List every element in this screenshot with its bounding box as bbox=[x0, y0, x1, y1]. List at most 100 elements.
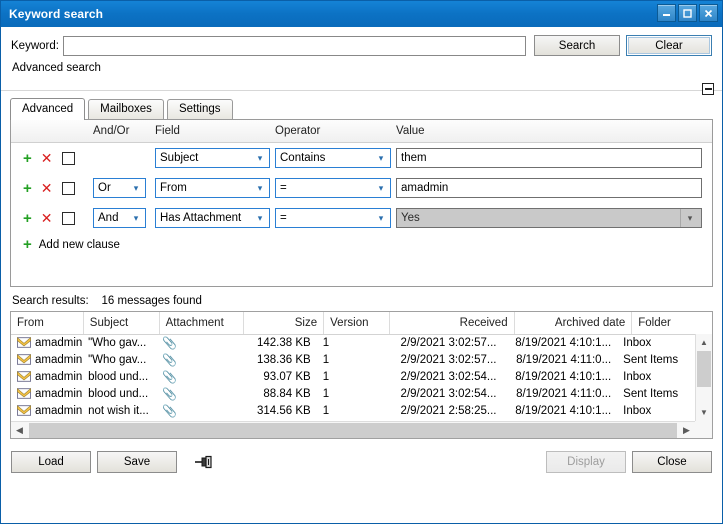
pushpin-icon[interactable] bbox=[193, 454, 215, 470]
results-summary: Search results: 16 messages found bbox=[1, 287, 722, 311]
advanced-search-label: Advanced search bbox=[1, 56, 722, 74]
clause-checkbox[interactable] bbox=[62, 212, 75, 225]
cell-received: 2/9/2021 3:02:54... bbox=[381, 385, 502, 402]
clause-field-cell: Subject ▾ bbox=[155, 148, 275, 168]
cell-subject: blood und... bbox=[82, 368, 156, 385]
operator-select[interactable]: = ▾ bbox=[275, 208, 391, 228]
cell-version: 1 bbox=[317, 368, 381, 385]
field-select-value: From bbox=[160, 182, 253, 194]
column-header-from[interactable]: From bbox=[11, 312, 84, 334]
results-horizontal-scrollbar[interactable]: ◀ ▶ bbox=[11, 421, 695, 438]
andor-select[interactable]: And ▾ bbox=[93, 208, 146, 228]
results-vertical-scrollbar[interactable]: ▲ ▼ bbox=[695, 334, 712, 421]
clause-header-field: Field bbox=[155, 125, 275, 137]
add-clause-icon[interactable]: + bbox=[23, 151, 32, 166]
tab-advanced[interactable]: Advanced bbox=[10, 98, 85, 120]
remove-clause-icon[interactable]: ✕ bbox=[41, 181, 53, 195]
value-input[interactable]: amadmin bbox=[396, 178, 702, 198]
field-select[interactable]: Subject ▾ bbox=[155, 148, 270, 168]
maximize-button[interactable] bbox=[678, 4, 697, 22]
table-row[interactable]: amadmin"Who gav...📎138.36 KB12/9/2021 3:… bbox=[11, 351, 695, 368]
field-select[interactable]: From ▾ bbox=[155, 178, 270, 198]
cell-version: 1 bbox=[317, 402, 381, 419]
value-select[interactable]: Yes ▾ bbox=[396, 208, 702, 228]
table-row[interactable]: amadmin"Who gav...📎142.38 KB12/9/2021 3:… bbox=[11, 334, 695, 351]
cell-attachment: 📎 bbox=[156, 402, 239, 419]
tab-settings[interactable]: Settings bbox=[167, 99, 233, 119]
clear-button[interactable]: Clear bbox=[626, 35, 712, 56]
table-row[interactable]: amadminblood und...📎93.07 KB12/9/2021 3:… bbox=[11, 368, 695, 385]
display-button[interactable]: Display bbox=[546, 451, 626, 473]
column-header-subject[interactable]: Subject bbox=[84, 312, 160, 334]
title-bar: Keyword search bbox=[1, 1, 722, 27]
add-new-clause-button[interactable]: + Add new clause bbox=[11, 233, 712, 252]
cell-archived-date: 8/19/2021 4:11:0... bbox=[502, 385, 617, 402]
advanced-clause-panel: And/Or Field Operator Value + ✕ Subject … bbox=[10, 119, 713, 287]
column-header-folder[interactable]: Folder bbox=[632, 312, 712, 334]
column-header-archived-date[interactable]: Archived date bbox=[515, 312, 633, 334]
clause-row-actions: + ✕ bbox=[11, 211, 93, 226]
chevron-down-icon: ▾ bbox=[374, 214, 388, 223]
operator-select[interactable]: = ▾ bbox=[275, 178, 391, 198]
cell-subject: blood und... bbox=[82, 385, 156, 402]
cell-received: 2/9/2021 3:02:54... bbox=[381, 368, 502, 385]
remove-clause-icon[interactable]: ✕ bbox=[41, 151, 53, 165]
operator-select-value: = bbox=[280, 212, 374, 224]
cell-subject: "Who gav... bbox=[82, 334, 156, 351]
clause-operator-cell: = ▾ bbox=[275, 178, 396, 198]
cell-received: 2/9/2021 2:58:25... bbox=[381, 402, 502, 419]
add-clause-icon[interactable]: + bbox=[23, 181, 32, 196]
cell-archived-date: 8/19/2021 4:11:0... bbox=[502, 351, 617, 368]
clause-operator-cell: Contains ▾ bbox=[275, 148, 396, 168]
chevron-down-icon: ▾ bbox=[129, 214, 143, 223]
clause-andor-cell: Or ▾ bbox=[93, 178, 155, 198]
clause-value-cell: Yes ▾ bbox=[396, 208, 712, 228]
chevron-down-icon: ▾ bbox=[680, 209, 699, 227]
horizontal-scroll-thumb[interactable] bbox=[29, 423, 677, 438]
column-header-size[interactable]: Size bbox=[244, 312, 324, 334]
cell-attachment: 📎 bbox=[156, 385, 239, 402]
cell-version: 1 bbox=[317, 334, 381, 351]
search-button[interactable]: Search bbox=[534, 35, 620, 56]
scroll-up-icon[interactable]: ▲ bbox=[696, 334, 712, 351]
keyword-label: Keyword: bbox=[11, 40, 63, 52]
remove-clause-icon[interactable]: ✕ bbox=[41, 211, 53, 225]
scroll-right-icon[interactable]: ▶ bbox=[678, 425, 695, 436]
table-row[interactable]: amadminblood und...📎88.84 KB12/9/2021 3:… bbox=[11, 385, 695, 402]
cell-from: amadmin bbox=[11, 402, 82, 419]
close-button[interactable] bbox=[699, 4, 718, 22]
scrollbar-corner bbox=[695, 421, 712, 438]
vertical-scroll-thumb[interactable] bbox=[697, 351, 711, 387]
clause-value-cell: amadmin bbox=[396, 178, 712, 198]
collapse-minus-icon[interactable] bbox=[702, 83, 714, 95]
close-button-footer[interactable]: Close bbox=[632, 451, 712, 473]
table-row[interactable]: amadminnot wish it...📎314.56 KB12/9/2021… bbox=[11, 402, 695, 419]
window-controls bbox=[657, 4, 718, 22]
value-input[interactable]: them bbox=[396, 148, 702, 168]
field-select[interactable]: Has Attachment ▾ bbox=[155, 208, 270, 228]
field-select-value: Has Attachment bbox=[160, 212, 253, 224]
clause-value-cell: them bbox=[396, 148, 712, 168]
column-header-received[interactable]: Received bbox=[390, 312, 515, 334]
clause-checkbox[interactable] bbox=[62, 152, 75, 165]
cell-version: 1 bbox=[317, 351, 381, 368]
scroll-down-icon[interactable]: ▼ bbox=[696, 404, 712, 421]
operator-select[interactable]: Contains ▾ bbox=[275, 148, 391, 168]
clause-operator-cell: = ▾ bbox=[275, 208, 396, 228]
cell-attachment: 📎 bbox=[156, 368, 239, 385]
from-value: amadmin bbox=[35, 337, 82, 349]
clause-field-cell: Has Attachment ▾ bbox=[155, 208, 275, 228]
andor-select[interactable]: Or ▾ bbox=[93, 178, 146, 198]
save-button[interactable]: Save bbox=[97, 451, 177, 473]
minimize-button[interactable] bbox=[657, 4, 676, 22]
scroll-left-icon[interactable]: ◀ bbox=[11, 425, 28, 436]
load-button[interactable]: Load bbox=[11, 451, 91, 473]
clause-checkbox[interactable] bbox=[62, 182, 75, 195]
column-header-version[interactable]: Version bbox=[324, 312, 390, 334]
tab-mailboxes[interactable]: Mailboxes bbox=[88, 99, 164, 119]
chevron-down-icon: ▾ bbox=[129, 184, 143, 193]
search-input[interactable] bbox=[63, 36, 526, 56]
add-clause-icon[interactable]: + bbox=[23, 211, 32, 226]
column-header-attachment[interactable]: Attachment bbox=[160, 312, 245, 334]
cell-version: 1 bbox=[317, 385, 381, 402]
